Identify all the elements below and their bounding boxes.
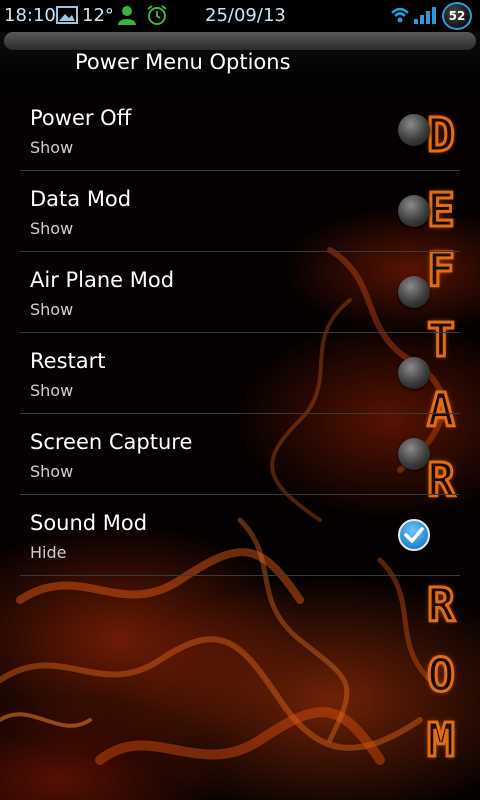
item-subtitle: Show bbox=[30, 300, 74, 319]
header-handle bbox=[4, 32, 476, 50]
status-temperature: 12° bbox=[82, 5, 114, 26]
toggle-checkbox[interactable] bbox=[398, 276, 430, 308]
brand-letter: R bbox=[426, 578, 457, 632]
toggle-checkbox[interactable] bbox=[398, 114, 430, 146]
item-title: Screen Capture bbox=[30, 430, 193, 454]
battery-icon: 52 bbox=[442, 2, 472, 30]
list-item-power-off[interactable]: Power Off Show bbox=[20, 90, 460, 171]
list-item-air-plane-mod[interactable]: Air Plane Mod Show bbox=[20, 252, 460, 333]
toggle-checkbox[interactable] bbox=[398, 438, 430, 470]
item-subtitle: Show bbox=[30, 462, 74, 481]
page-title: Power Menu Options bbox=[75, 50, 291, 74]
alarm-icon bbox=[147, 5, 167, 25]
item-subtitle: Show bbox=[30, 381, 74, 400]
screen: 18:10 12° 25/09/13 52 Power Menu Options… bbox=[0, 0, 480, 800]
status-time: 18:10 bbox=[4, 5, 56, 26]
list-item-restart[interactable]: Restart Show bbox=[20, 333, 460, 414]
checkmark-icon bbox=[404, 527, 424, 543]
toggle-checkbox-checked[interactable] bbox=[398, 519, 430, 551]
toggle-checkbox[interactable] bbox=[398, 357, 430, 389]
item-title: Restart bbox=[30, 349, 106, 373]
brand-letter: O bbox=[426, 648, 457, 702]
picture-icon bbox=[56, 6, 78, 24]
status-bar: 18:10 12° 25/09/13 52 bbox=[0, 0, 480, 32]
header-bar: Power Menu Options bbox=[0, 32, 480, 90]
item-subtitle: Show bbox=[30, 138, 74, 157]
list-item-data-mod[interactable]: Data Mod Show bbox=[20, 171, 460, 252]
wifi-icon bbox=[391, 7, 409, 23]
toggle-checkbox[interactable] bbox=[398, 195, 430, 227]
item-title: Power Off bbox=[30, 106, 132, 130]
item-title: Sound Mod bbox=[30, 511, 148, 535]
user-icon bbox=[118, 6, 136, 25]
list-item-screen-capture[interactable]: Screen Capture Show bbox=[20, 414, 460, 495]
item-title: Air Plane Mod bbox=[30, 268, 175, 292]
item-subtitle: Hide bbox=[30, 543, 67, 562]
power-menu-list: Power Off Show Data Mod Show Air Plane M… bbox=[20, 90, 460, 576]
status-date: 25/09/13 bbox=[205, 5, 286, 26]
brand-letter: M bbox=[426, 713, 457, 767]
signal-icon bbox=[414, 7, 436, 24]
item-title: Data Mod bbox=[30, 187, 132, 211]
list-item-sound-mod[interactable]: Sound Mod Hide bbox=[20, 495, 460, 576]
item-subtitle: Show bbox=[30, 219, 74, 238]
